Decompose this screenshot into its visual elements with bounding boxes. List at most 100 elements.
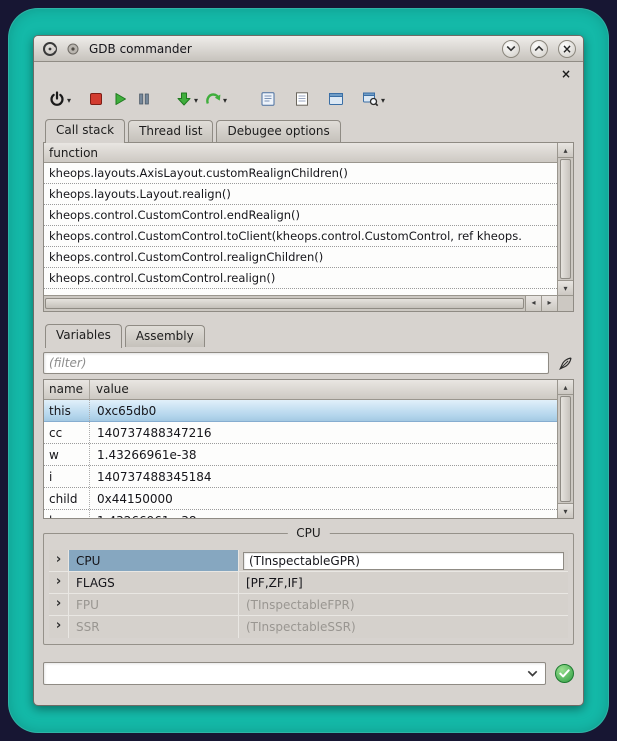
- pause-button[interactable]: [132, 87, 156, 111]
- variable-value: 1.43266961e-38: [90, 444, 557, 465]
- run-button[interactable]: [108, 87, 132, 111]
- docs-button[interactable]: [256, 87, 280, 111]
- command-combobox[interactable]: [43, 662, 546, 685]
- variable-name: w: [44, 444, 90, 465]
- filter-options-button[interactable]: [556, 354, 574, 372]
- titlebar[interactable]: GDB commander ×: [34, 36, 583, 62]
- window-title: GDB commander: [89, 42, 192, 56]
- variables-panel: name value this 0xc65db0 cc 140737488347…: [43, 379, 574, 519]
- callstack-table: function kheops.layouts.AxisLayout.custo…: [44, 143, 557, 295]
- expand-icon[interactable]: ›: [49, 572, 69, 593]
- command-row: [43, 661, 574, 685]
- tab-debugee-options[interactable]: Debugee options: [216, 120, 340, 142]
- scroll-down-icon[interactable]: ▾: [558, 280, 573, 295]
- callstack-row[interactable]: kheops.layouts.AxisLayout.customRealignC…: [44, 163, 557, 184]
- confirm-button[interactable]: [555, 664, 574, 683]
- docs-icon: [259, 90, 277, 108]
- tab-assembly[interactable]: Assembly: [125, 325, 205, 347]
- variable-row[interactable]: cc 140737488347216: [44, 422, 557, 444]
- callstack-column-header[interactable]: function: [44, 143, 557, 163]
- variable-value: 0x44150000: [90, 488, 557, 509]
- filter-input[interactable]: [43, 352, 549, 374]
- dock-close-button[interactable]: ×: [558, 68, 574, 80]
- step-over-icon: [204, 90, 222, 108]
- cpu-group-title: CPU: [287, 526, 329, 540]
- value-column-header[interactable]: value: [90, 380, 557, 399]
- power-button[interactable]: ▾: [45, 87, 74, 111]
- app-menu-icon[interactable]: [64, 40, 82, 58]
- cpu-value-edit[interactable]: (TInspectableGPR): [243, 552, 564, 570]
- callstack-row[interactable]: kheops.control.CustomControl.toClient(kh…: [44, 226, 557, 247]
- expand-icon[interactable]: ›: [49, 550, 69, 571]
- pause-icon: [135, 90, 153, 108]
- variable-row[interactable]: i 140737488345184: [44, 466, 557, 488]
- expand-icon[interactable]: ›: [49, 594, 69, 615]
- command-input[interactable]: [44, 663, 527, 684]
- scroll-down-icon[interactable]: ▾: [558, 503, 573, 518]
- step-into-dropdown-icon[interactable]: ▾: [194, 94, 198, 105]
- inspect-window-button[interactable]: ▾: [358, 87, 388, 111]
- callstack-vertical-scrollbar[interactable]: ▴ ▾: [557, 143, 573, 295]
- filter-row: [43, 352, 574, 374]
- minimize-button[interactable]: [502, 40, 520, 58]
- callstack-tabbar: Call stack Thread list Debugee options: [43, 119, 574, 142]
- inspect-dropdown-icon[interactable]: ▾: [381, 94, 385, 105]
- close-button[interactable]: ×: [558, 40, 576, 58]
- expand-icon[interactable]: ›: [49, 616, 69, 638]
- variable-row[interactable]: this 0xc65db0: [44, 400, 557, 422]
- name-column-header[interactable]: name: [44, 380, 90, 399]
- variable-row[interactable]: w 1.43266961e-38: [44, 444, 557, 466]
- step-over-button[interactable]: ▾: [201, 87, 230, 111]
- variable-name: b: [44, 510, 90, 518]
- tab-call-stack[interactable]: Call stack: [45, 119, 125, 143]
- step-into-button[interactable]: ▾: [172, 87, 201, 111]
- cpu-row-label[interactable]: CPU: [69, 550, 239, 571]
- tab-variables[interactable]: Variables: [45, 324, 122, 348]
- variable-value: 0xc65db0: [90, 400, 557, 421]
- output-list-button[interactable]: [290, 87, 314, 111]
- variables-header-row: name value: [44, 380, 557, 400]
- window-body: × ▾: [34, 62, 583, 705]
- cpu-row[interactable]: › FLAGS [PF,ZF,IF]: [49, 572, 568, 594]
- maximize-button[interactable]: [530, 40, 548, 58]
- callstack-row[interactable]: kheops.layouts.Layout.realign(): [44, 184, 557, 205]
- scrollbar-thumb[interactable]: [560, 396, 571, 502]
- window-icon: [327, 90, 345, 108]
- tab-thread-list[interactable]: Thread list: [128, 120, 213, 142]
- scrollbar-thumb[interactable]: [45, 298, 524, 309]
- callstack-row[interactable]: kheops.control.CustomControl.realign(): [44, 268, 557, 289]
- scroll-up-icon[interactable]: ▴: [558, 380, 573, 395]
- combo-dropdown-icon[interactable]: [527, 670, 538, 677]
- variable-name: cc: [44, 422, 90, 443]
- callstack-row[interactable]: kheops.control.CustomControl.endRealign(…: [44, 205, 557, 226]
- cpu-row-label[interactable]: FLAGS: [69, 572, 239, 593]
- variables-tabbar: Variables Assembly: [43, 324, 574, 347]
- decorative-frame: GDB commander × × ▾: [8, 8, 609, 733]
- callstack-row[interactable]: kheops.control.CustomControl.realignChil…: [44, 247, 557, 268]
- scroll-up-icon[interactable]: ▴: [558, 143, 573, 158]
- stop-button[interactable]: [84, 87, 108, 111]
- scrollbar-thumb[interactable]: [560, 159, 571, 279]
- window-search-icon: [361, 90, 380, 108]
- callstack-horizontal-scrollbar[interactable]: ◂ ▸: [44, 295, 557, 311]
- cpu-groupbox: CPU › CPU (TInspectableGPR) › FLAGS [PF,…: [43, 533, 574, 645]
- list-icon: [293, 90, 311, 108]
- variable-row[interactable]: child 0x44150000: [44, 488, 557, 510]
- dock-header: ×: [43, 65, 574, 83]
- variables-vertical-scrollbar[interactable]: ▴ ▾: [557, 380, 573, 518]
- step-over-dropdown-icon[interactable]: ▾: [223, 94, 227, 105]
- scrollbar-corner: [557, 295, 573, 311]
- cpu-row[interactable]: › FPU (TInspectableFPR): [49, 594, 568, 616]
- watch-window-button[interactable]: [324, 87, 348, 111]
- variable-row[interactable]: b 1.43266961e-38: [44, 510, 557, 518]
- variable-value: 1.43266961e-38: [90, 510, 557, 518]
- cpu-row[interactable]: › SSR (TInspectableSSR): [49, 616, 568, 638]
- scroll-left-icon[interactable]: ◂: [525, 296, 541, 311]
- cpu-row-value: (TInspectableFPR): [243, 598, 355, 612]
- cpu-row[interactable]: › CPU (TInspectableGPR): [49, 550, 568, 572]
- cpu-row-label[interactable]: SSR: [69, 616, 239, 638]
- debug-toolbar: ▾ ▾ ▾: [43, 83, 574, 119]
- power-dropdown-icon[interactable]: ▾: [67, 94, 71, 105]
- scroll-right-icon[interactable]: ▸: [541, 296, 557, 311]
- cpu-row-label[interactable]: FPU: [69, 594, 239, 615]
